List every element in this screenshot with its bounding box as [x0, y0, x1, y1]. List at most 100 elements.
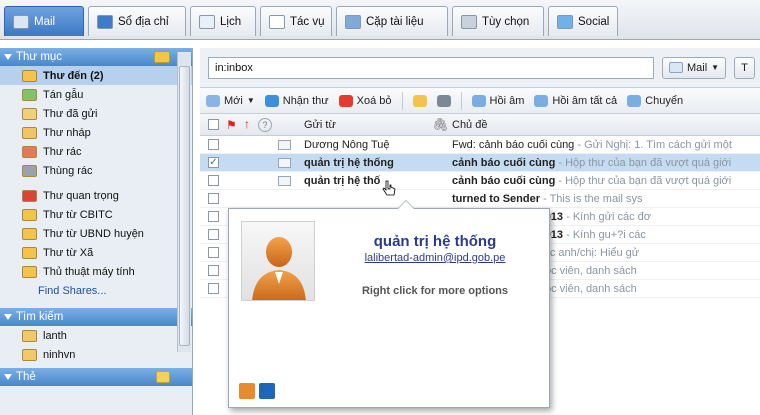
app-tab-label: Sổ địa chỉ [118, 15, 169, 28]
message-checkbox[interactable] [208, 229, 219, 240]
chat-icon [22, 88, 37, 101]
message-list-header: ⚑ ↑ ? Gửi từ 🖇 Chủ đề [200, 114, 760, 136]
sidebar-folder-item[interactable]: Thư đến (2) [0, 66, 192, 85]
sidebar-folder-item[interactable]: Thư nháp [0, 123, 192, 142]
contact-email-link[interactable]: lalibertad-admin@ipd.gob.pe [325, 252, 545, 264]
app-tab-bar: Mail Sổ địa chỉ Lịch Tác vụ Cặp tài liệu Tùy … [0, 0, 760, 40]
message-checkbox[interactable] [208, 283, 219, 294]
scrollbar-thumb[interactable] [179, 66, 190, 346]
folder-label: Thủ thuật máy tính [43, 265, 135, 278]
message-row[interactable]: ✓ quản trị hệ thống cảnh báo cuối cùng - H… [200, 154, 760, 172]
message-subject: cảnh báo cuối cùng [452, 174, 556, 187]
new-folder-icon[interactable] [154, 51, 170, 63]
collapse-icon[interactable] [4, 374, 12, 380]
collapse-icon[interactable] [4, 54, 12, 60]
contact-icon[interactable] [239, 383, 255, 399]
toolbar-button-label: Hồi âm tất cả [552, 94, 618, 107]
toolbar-button-reply-all[interactable]: Hồi âm tất cả [534, 94, 618, 107]
message-checkbox[interactable] [208, 193, 219, 204]
app-tab-4[interactable]: Cặp tài liệu [336, 6, 448, 36]
message-from: Dương Nông Tuệ [304, 138, 390, 151]
message-checkbox[interactable] [208, 139, 219, 150]
sidebar-folder-item[interactable]: Thư từ UBND huyện [0, 224, 192, 243]
app-tab-0[interactable]: Mail [4, 6, 84, 36]
message-subject: Fwd: cảnh báo cuối cùng [452, 138, 575, 151]
refresh-icon [264, 94, 279, 107]
message-from: quản trị hệ thố [304, 174, 381, 187]
sidebar-folder-item[interactable]: Thùng rác [0, 161, 192, 180]
reply-icon [471, 94, 486, 107]
message-row[interactable]: quản trị hệ thố cảnh báo cuối cùng - Hộp … [200, 172, 760, 190]
toolbar-button-forward[interactable]: Chuyển [627, 94, 683, 107]
toolbar-button-print[interactable] [436, 94, 451, 107]
chevron-down-icon[interactable]: ▼ [247, 96, 255, 105]
sidebar: Thư mục Thư đến (2) Tán gẫu Thư đã gửi Thư … [0, 48, 193, 415]
folder-label: Thư từ UBND huyện [43, 227, 144, 240]
app-tab-5[interactable]: Tùy chọn [452, 6, 544, 36]
saved-search-item[interactable]: ninhvn [0, 345, 192, 364]
social-icon [557, 14, 573, 29]
drafts-icon [22, 126, 37, 139]
app-tab-1[interactable]: Sổ địa chỉ [88, 6, 186, 36]
message-subject-line: turned to Sender - This is the mail sys [452, 193, 643, 205]
sidebar-folder-item[interactable]: Thư quan trọng [0, 186, 192, 205]
envelope-icon [278, 176, 291, 186]
message-checkbox[interactable] [208, 247, 219, 258]
toolbar-button-delete[interactable]: Xoá bỏ [338, 94, 392, 107]
message-subject: turned to Sender [452, 192, 541, 205]
chevron-down-icon: ▼ [711, 63, 720, 72]
message-row[interactable]: turned to Sender - This is the mail sys [200, 190, 760, 208]
sidebar-scrollbar[interactable] [177, 52, 191, 352]
search-scope-button[interactable]: Mail ▼ [662, 56, 727, 79]
delete-icon [338, 94, 353, 107]
tasks-icon [269, 14, 285, 29]
toolbar-button-move-folder[interactable] [412, 94, 427, 107]
folders-title: Thư mục [16, 51, 63, 63]
find-shares-link[interactable]: Find Shares... [0, 281, 192, 300]
sidebar-folder-item[interactable]: Thư rác [0, 142, 192, 161]
search-input[interactable] [208, 56, 654, 79]
message-checkbox[interactable] [208, 211, 219, 222]
tags-section-header[interactable]: Thẻ [0, 368, 192, 386]
app-tab-3[interactable]: Tác vụ [260, 6, 332, 36]
status-column-icon[interactable]: ? [258, 118, 272, 132]
attachment-column-icon[interactable]: 🖇 [432, 117, 449, 133]
saved-search-icon [22, 348, 37, 361]
envelope-icon [278, 158, 291, 168]
print-icon [436, 94, 451, 107]
sidebar-folder-item[interactable]: Thư từ CBITC [0, 205, 192, 224]
sent-icon [22, 107, 37, 120]
app-tab-label: Tùy chọn [482, 15, 530, 28]
message-row[interactable]: Dương Nông Tuệ Fwd: cảnh báo cuối cùng - … [200, 136, 760, 154]
sidebar-folder-item[interactable]: Thư từ Xã [0, 243, 192, 262]
subject-column-header[interactable]: Chủ đề [452, 119, 487, 131]
message-checkbox[interactable]: ✓ [208, 157, 219, 168]
linkedin-icon[interactable] [259, 383, 275, 399]
priority-column-icon[interactable]: ↑ [244, 117, 250, 131]
collapse-icon[interactable] [4, 314, 12, 320]
flag-column-icon[interactable]: ⚑ [226, 118, 237, 132]
search-section-header[interactable]: Tìm kiếm [0, 308, 192, 326]
toolbar-button-new[interactable]: Mới ▼ [206, 94, 255, 107]
sidebar-folder-item[interactable]: Thư đã gửi [0, 104, 192, 123]
saved-search-item[interactable]: lanth [0, 326, 192, 345]
folders-section-header[interactable]: Thư mục [0, 48, 192, 66]
message-checkbox[interactable] [208, 265, 219, 276]
junk-icon [22, 145, 37, 158]
app-tab-2[interactable]: Lịch [190, 6, 256, 36]
select-all-checkbox[interactable] [208, 119, 219, 130]
tag-icon[interactable] [156, 371, 170, 383]
toolbar-button-refresh[interactable]: Nhận thư [264, 94, 329, 107]
app-tab-6[interactable]: Social [548, 6, 618, 36]
search-submit-button[interactable]: T [734, 56, 755, 79]
toolbar-button-reply[interactable]: Hồi âm [471, 94, 524, 107]
from-column-header[interactable]: Gửi từ [304, 119, 336, 131]
sidebar-folder-item[interactable]: Thủ thuật máy tính [0, 262, 192, 281]
message-checkbox[interactable] [208, 175, 219, 186]
app-tab-label: Lịch [220, 15, 242, 28]
search-submit-label: T [741, 61, 748, 74]
sidebar-folder-item[interactable]: Tán gẫu [0, 85, 192, 104]
toolbar-button-label: Nhận thư [282, 94, 329, 107]
folder-list: Thư đến (2) Tán gẫu Thư đã gửi Thư nháp Thư … [0, 66, 192, 281]
folder-icon [22, 227, 37, 240]
